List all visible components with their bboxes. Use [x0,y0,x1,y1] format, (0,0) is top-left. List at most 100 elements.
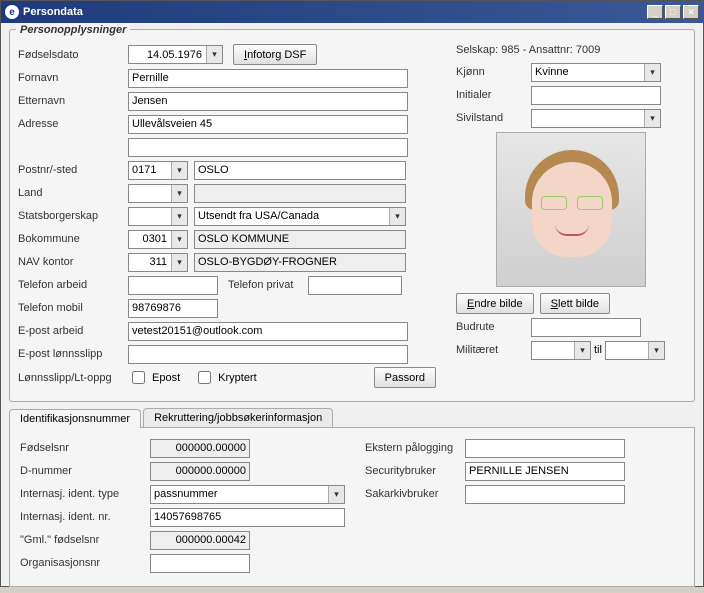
kryptert-checkbox[interactable]: Kryptert [194,368,257,387]
content-area: Personopplysninger Fødselsdato 14.05.197… [1,23,703,593]
fornavn-label: Fornavn [18,72,128,84]
land-select[interactable] [128,184,188,203]
fodselsnr-label: Fødselsnr [20,442,150,454]
epost-checkbox[interactable]: Epost [128,368,180,387]
sivilstand-label: Sivilstand [456,112,531,124]
budrute-input[interactable] [531,318,641,337]
statsborgerskap-select[interactable] [128,207,188,226]
chevron-down-icon [328,486,344,503]
window-controls: _ □ ✕ [647,5,699,19]
persondata-window: e Persondata _ □ ✕ Personopplysninger Fø… [0,0,704,587]
tab-strip: Identifikasjonsnummer Rekruttering/jobbs… [9,408,695,427]
navkontor-select[interactable]: 311 [128,253,188,272]
ident-type-value: passnummer [154,488,218,500]
title-bar: e Persondata _ □ ✕ [1,1,703,23]
left-column: Fødselsdato 14.05.1976 Infotorg DSF Forn… [18,44,436,391]
close-button[interactable]: ✕ [683,5,699,19]
militar-fra-select[interactable] [531,341,591,360]
chevron-down-icon [389,208,405,225]
slett-bilde-button[interactable]: Slett bilde [540,293,610,314]
tlf-mobil-input[interactable] [128,299,218,318]
poststed-input[interactable] [194,161,406,180]
dnummer-label: D-nummer [20,465,150,477]
chevron-down-icon [644,64,660,81]
adresse-label: Adresse [18,118,128,130]
passord-button[interactable]: Passord [374,367,436,388]
militaret-label: Militæret [456,344,531,356]
ident-type-select[interactable]: passnummer [150,485,345,504]
statsborgerskap-text-select[interactable]: Utsendt fra USA/Canada [194,207,406,226]
tlf-arbeid-input[interactable] [128,276,218,295]
tab-identifikasjonsnummer[interactable]: Identifikasjonsnummer [9,409,141,428]
group-title: Personopplysninger [16,24,130,36]
infotorg-dsf-button[interactable]: Infotorg DSF [233,44,317,65]
kjonn-value: Kvinne [535,66,569,78]
navkontor-value: 311 [149,256,167,268]
adresse2-input[interactable] [128,138,408,157]
orgnr-label: Organisasjonsnr [20,557,150,569]
sakarkiv-label: Sakarkivbruker [365,488,465,500]
tlf-arbeid-label: Telefon arbeid [18,279,128,291]
militar-til-select[interactable] [605,341,665,360]
bokommune-value: 0301 [143,233,167,245]
ident-nr-input[interactable] [150,508,345,527]
chevron-down-icon [171,254,187,271]
right-column: Selskap: 985 - Ansattnr: 7009 Kjønn Kvin… [456,44,686,391]
endre-bilde-button[interactable]: Endre bilde [456,293,534,314]
statsborgerskap-label: Statsborgerskap [18,210,128,222]
sivilstand-select[interactable] [531,109,661,128]
maximize-button[interactable]: □ [665,5,681,19]
navkontor-label: NAV kontor [18,256,128,268]
etternavn-input[interactable] [128,92,408,111]
gml-fodselsnr-label: "Gml." fødselsnr [20,534,150,546]
chevron-down-icon [648,342,664,359]
chevron-down-icon [171,162,187,179]
postnr-label: Postnr/-sted [18,164,128,176]
adresse-input[interactable] [128,115,408,134]
fodselsdato-label: Fødselsdato [18,49,128,61]
security-input[interactable] [465,462,625,481]
navkontor-name-input [194,253,406,272]
tab-rekruttering[interactable]: Rekruttering/jobbsøkerinformasjon [143,408,333,427]
epost-arbeid-label: E-post arbeid [18,325,128,337]
security-label: Securitybruker [365,465,465,477]
tlf-mobil-label: Telefon mobil [18,302,128,314]
epost-lonn-input[interactable] [128,345,408,364]
ident-nr-label: Internasj. ident. nr. [20,511,150,523]
chevron-down-icon [206,46,222,63]
minimize-button[interactable]: _ [647,5,663,19]
bokommune-name-input [194,230,406,249]
initialer-input[interactable] [531,86,661,105]
selskap-ansattnr-info: Selskap: 985 - Ansattnr: 7009 [456,44,686,56]
initialer-label: Initialer [456,89,531,101]
chevron-down-icon [171,185,187,202]
kjonn-select[interactable]: Kvinne [531,63,661,82]
person-photo [496,132,646,287]
gml-fodselsnr-input [150,531,250,550]
postnr-value: 0171 [132,164,156,176]
ekstern-input[interactable] [465,439,625,458]
bokommune-label: Bokommune [18,233,128,245]
chevron-down-icon [171,231,187,248]
fodselsdato-select[interactable]: 14.05.1976 [128,45,223,64]
tlf-privat-input[interactable] [308,276,402,295]
chevron-down-icon [171,208,187,225]
budrute-label: Budrute [456,321,531,333]
epost-lonn-label: E-post lønnsslipp [18,348,128,360]
epost-arbeid-input[interactable] [128,322,408,341]
postnr-select[interactable]: 0171 [128,161,188,180]
tab-pane-identifikasjon: Fødselsnr D-nummer Internasj. ident. typ… [9,427,695,587]
ident-type-label: Internasj. ident. type [20,488,150,500]
personopplysninger-group: Personopplysninger Fødselsdato 14.05.197… [9,29,695,402]
bokommune-select[interactable]: 0301 [128,230,188,249]
fornavn-input[interactable] [128,69,408,88]
orgnr-input[interactable] [150,554,250,573]
fodselsdato-value: 14.05.1976 [147,49,202,61]
dnummer-input [150,462,250,481]
fodselsnr-input [150,439,250,458]
tlf-privat-label: Telefon privat [228,279,308,291]
sakarkiv-input[interactable] [465,485,625,504]
lonnslipp-label: Lønnsslipp/Lt-oppg [18,372,128,384]
app-icon: e [5,5,19,19]
photo-placeholder [497,132,645,287]
